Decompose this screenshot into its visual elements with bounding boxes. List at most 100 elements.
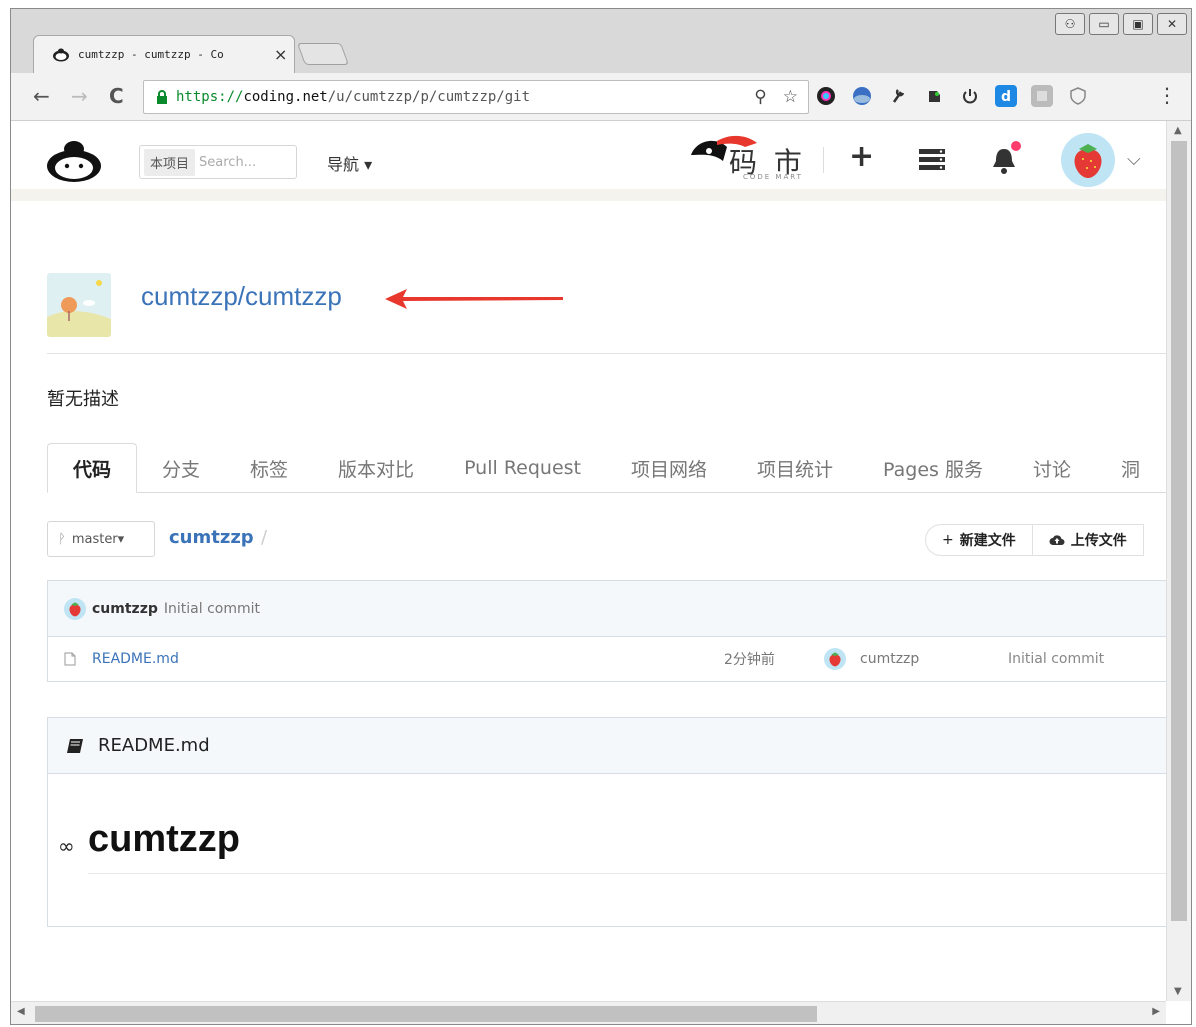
browser-tab[interactable]: cumtzzp - cumtzzp - Co ×	[33, 35, 295, 73]
file-commit-message[interactable]: Initial commit	[1008, 651, 1104, 667]
strawberry-icon	[69, 601, 81, 616]
code-mart-subtext: CODE MART	[743, 173, 803, 181]
key-icon[interactable]: ⚲	[754, 87, 766, 107]
browser-window: ⚇ ▭ ▣ ✕ cumtzzp - cumtzzp - Co × ← → C h…	[10, 8, 1192, 1025]
new-file-button[interactable]: + 新建文件	[926, 525, 1032, 555]
header-separator	[823, 147, 824, 173]
server-menu-icon[interactable]	[919, 149, 945, 171]
extension-icons: d	[815, 85, 1089, 107]
title-bar: ⚇ ▭ ▣ ✕ cumtzzp - cumtzzp - Co ×	[11, 9, 1191, 73]
coding-monkey-logo-icon[interactable]	[45, 139, 103, 183]
reader-extension-icon[interactable]	[1031, 85, 1053, 107]
divider	[47, 353, 1166, 354]
strawberry-avatar-icon	[1074, 144, 1102, 178]
bookmark-star-icon[interactable]: ☆	[783, 87, 798, 107]
commit-author-avatar[interactable]	[64, 597, 86, 620]
tab-code[interactable]: 代码	[47, 443, 138, 493]
search-scope-label[interactable]: 本项目	[144, 148, 196, 176]
project-description: 暂无描述	[47, 389, 119, 410]
tab-tags[interactable]: 标签	[225, 443, 313, 493]
tab-pull-request[interactable]: Pull Request	[439, 443, 606, 493]
close-window-button[interactable]: ✕	[1157, 13, 1187, 35]
new-file-label: 新建文件	[959, 533, 1016, 549]
nav-dropdown[interactable]: 导航 ▾	[327, 151, 372, 175]
scroll-up-arrow-icon[interactable]: ▲	[1174, 125, 1182, 136]
project-avatar[interactable]	[47, 273, 111, 337]
tab-discussion[interactable]: 讨论	[1008, 443, 1096, 493]
user-profile-button[interactable]: ⚇	[1055, 13, 1085, 35]
maximize-button[interactable]: ▣	[1123, 13, 1153, 35]
readme-panel: README.md ∞ cumtzzp	[47, 717, 1166, 927]
file-commit-user[interactable]: cumtzzp	[860, 651, 919, 667]
project-search-input[interactable]: 本项目 Search...	[139, 145, 297, 179]
breadcrumb-repo-link[interactable]: cumtzzp	[169, 527, 254, 548]
tab-pages[interactable]: Pages 服务	[858, 443, 1008, 493]
table-row[interactable]: README.md 2分钟前 cumtzzp Initial commit	[48, 637, 1166, 681]
d-extension-icon[interactable]: d	[995, 85, 1017, 107]
plus-icon: +	[942, 532, 954, 548]
upload-file-label: 上传文件	[1070, 533, 1127, 549]
tab-title: cumtzzp - cumtzzp - Co	[78, 48, 224, 61]
color-wheel-extension-icon[interactable]	[815, 85, 837, 107]
minimize-button[interactable]: ▭	[1089, 13, 1119, 35]
tab-more[interactable]: 洞	[1096, 443, 1165, 493]
horizontal-scroll-thumb[interactable]	[35, 1006, 817, 1022]
file-name-link[interactable]: README.md	[92, 651, 179, 667]
latest-commit-bar: cumtzzp Initial commit	[48, 581, 1166, 637]
search-placeholder: Search...	[199, 154, 257, 170]
new-tab-button[interactable]	[296, 43, 350, 65]
file-updated-time: 2分钟前	[724, 652, 775, 668]
breadcrumb-separator: /	[261, 527, 268, 548]
red-arrow-annotation-icon	[385, 289, 563, 309]
shield-extension-icon[interactable]	[1067, 85, 1089, 107]
scroll-down-arrow-icon[interactable]: ▼	[1174, 986, 1182, 997]
page-viewport: 本项目 Search... 导航 ▾ 码 市 CODE MART + ⌵ cum…	[11, 121, 1166, 1001]
file-icon	[64, 652, 76, 666]
readme-header: README.md	[48, 718, 1166, 774]
commit-author-link[interactable]: cumtzzp	[92, 601, 158, 617]
wrench-extension-icon[interactable]	[887, 85, 909, 107]
browser-menu-icon[interactable]: ⋮	[1157, 83, 1177, 107]
vertical-scroll-thumb[interactable]	[1171, 141, 1187, 921]
svg-text:d: d	[1001, 89, 1011, 104]
globe-extension-icon[interactable]	[851, 85, 873, 107]
tab-compare[interactable]: 版本对比	[313, 443, 439, 493]
notification-bell-icon[interactable]	[991, 147, 1017, 175]
address-bar[interactable]: https://coding.net/u/cumtzzp/p/cumtzzp/g…	[143, 80, 809, 114]
code-mart-logo[interactable]: 码 市 CODE MART	[687, 131, 819, 183]
horizontal-scrollbar[interactable]: ◀ ▶	[11, 1001, 1166, 1024]
back-button[interactable]: ←	[33, 84, 50, 108]
power-extension-icon[interactable]	[959, 85, 981, 107]
user-menu-chevron-icon[interactable]: ⌵	[1127, 149, 1141, 170]
commit-message[interactable]: Initial commit	[164, 601, 260, 617]
strawberry-icon	[829, 652, 841, 667]
window-controls: ⚇ ▭ ▣ ✕	[1055, 13, 1187, 35]
evernote-extension-icon[interactable]	[923, 85, 945, 107]
scroll-left-arrow-icon[interactable]: ◀	[17, 1006, 25, 1017]
cloud-upload-icon	[1049, 535, 1065, 545]
upload-file-button[interactable]: 上传文件	[1031, 525, 1143, 555]
file-actions: + 新建文件 上传文件	[925, 524, 1144, 556]
readme-title: README.md	[98, 735, 210, 756]
vertical-scrollbar[interactable]: ▲ ▼	[1166, 121, 1191, 1001]
notification-dot	[1011, 141, 1021, 151]
site-header: 本项目 Search... 导航 ▾ 码 市 CODE MART + ⌵	[11, 121, 1166, 201]
tab-close-icon[interactable]: ×	[274, 45, 287, 64]
tab-branches[interactable]: 分支	[137, 443, 225, 493]
scroll-right-arrow-icon[interactable]: ▶	[1152, 1006, 1160, 1017]
branch-selector[interactable]: ᚹ master▾	[47, 521, 155, 557]
monkey-favicon-icon	[53, 48, 69, 61]
create-plus-icon[interactable]: +	[849, 139, 874, 174]
reload-button[interactable]: C	[109, 84, 124, 108]
tab-statistics[interactable]: 项目统计	[732, 443, 858, 493]
project-title-link[interactable]: cumtzzp/cumtzzp	[141, 281, 342, 312]
branch-name: master▾	[71, 531, 125, 547]
file-commit-avatar[interactable]	[824, 648, 846, 670]
forward-button[interactable]: →	[71, 84, 88, 108]
book-icon	[67, 738, 83, 753]
heading-anchor-link-icon[interactable]: ∞	[58, 834, 75, 858]
browser-toolbar: ← → C https://coding.net/u/cumtzzp/p/cum…	[11, 73, 1191, 121]
tab-network[interactable]: 项目网络	[606, 443, 732, 493]
user-avatar[interactable]	[1061, 133, 1115, 187]
readme-heading: cumtzzp	[88, 818, 1166, 874]
